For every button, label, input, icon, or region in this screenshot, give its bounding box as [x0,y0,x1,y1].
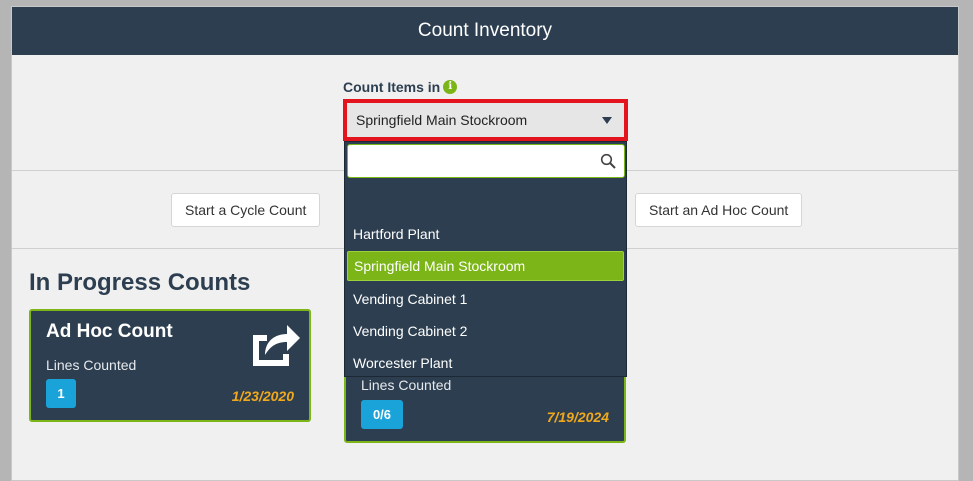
dropdown-option-springfield-main-stockroom[interactable]: Springfield Main Stockroom [347,251,624,281]
lines-counted-label: Lines Counted [361,377,452,393]
lines-counted-label: Lines Counted [46,357,137,373]
search-icon [600,153,616,169]
count-date: 1/23/2020 [231,388,294,404]
dropdown-option-label: Worcester Plant [353,355,453,371]
dropdown-option-hartford-plant[interactable]: Hartford Plant [347,219,624,249]
info-icon[interactable]: i [443,80,458,94]
count-date: 7/19/2024 [546,409,609,425]
dropdown-option-vending-cabinet-1[interactable]: Vending Cabinet 1 [347,284,624,314]
share-icon[interactable] [249,321,301,367]
start-cycle-count-label: Start a Cycle Count [185,202,307,218]
caret-down-icon [602,117,612,124]
dropdown-option-worcester-plant[interactable]: Worcester Plant [347,348,624,378]
location-dropdown-menu: Hartford Plant Springfield Main Stockroo… [344,141,627,377]
location-select-value: Springfield Main Stockroom [356,112,528,128]
page-title: Count Inventory [417,20,553,41]
dropdown-search-input[interactable] [348,145,624,177]
dropdown-option-empty[interactable] [347,187,624,217]
start-cycle-count-button[interactable]: Start a Cycle Count [171,193,321,227]
dropdown-search [347,144,625,178]
page-header: Count Inventory [12,7,958,55]
app-frame: Count Inventory Count Items in i Springf… [11,6,959,481]
start-adhoc-count-label: Start an Ad Hoc Count [649,202,789,218]
card-title: Ad Hoc Count [46,321,173,342]
count-card[interactable]: Ad Hoc Count Lines Counted 1 1/23/2020 [29,309,311,422]
dropdown-option-label: Springfield Main Stockroom [354,258,526,274]
location-select[interactable]: Springfield Main Stockroom [343,99,628,141]
dropdown-option-label: Vending Cabinet 1 [353,291,468,307]
location-label-row: Count Items in i [343,79,458,95]
in-progress-title: In Progress Counts [29,269,251,296]
start-adhoc-count-button[interactable]: Start an Ad Hoc Count [635,193,803,227]
location-label: Count Items in [343,79,441,95]
dropdown-option-label: Hartford Plant [353,226,440,242]
dropdown-option-label: Vending Cabinet 2 [353,323,468,339]
dropdown-option-vending-cabinet-2[interactable]: Vending Cabinet 2 [347,316,624,346]
lines-counted-badge: 0/6 [361,400,403,429]
lines-counted-badge: 1 [46,379,76,408]
